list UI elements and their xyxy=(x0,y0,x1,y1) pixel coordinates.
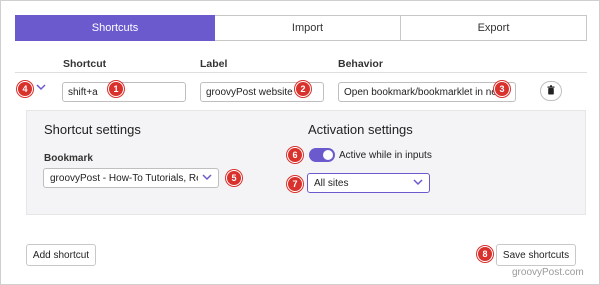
delete-shortcut-button[interactable] xyxy=(540,81,562,101)
column-header-label: Label xyxy=(200,58,228,70)
callout-badge-1: 1 xyxy=(108,81,124,97)
active-in-inputs-toggle[interactable] xyxy=(309,148,335,162)
app-frame: Shortcuts Import Export Shortcut Label B… xyxy=(0,0,600,285)
callout-badge-3: 3 xyxy=(494,81,510,97)
save-shortcuts-button[interactable]: Save shortcuts xyxy=(496,244,576,266)
sites-select[interactable]: All sites xyxy=(307,173,430,193)
add-shortcut-button[interactable]: Add shortcut xyxy=(26,244,96,266)
column-header-shortcut: Shortcut xyxy=(63,58,107,70)
active-in-inputs-label: Active while in inputs xyxy=(339,150,432,161)
bookmark-select[interactable]: groovyPost - How-To Tutorials, Rev xyxy=(43,168,219,188)
callout-badge-8: 8 xyxy=(477,246,493,262)
chevron-down-icon xyxy=(413,178,423,189)
bookmark-select-value: groovyPost - How-To Tutorials, Rev xyxy=(50,172,198,184)
tab-bar: Shortcuts Import Export xyxy=(15,15,587,41)
callout-badge-5: 5 xyxy=(226,170,242,186)
trash-icon xyxy=(547,82,555,100)
row-divider-top xyxy=(15,72,587,73)
watermark: groovyPost.com xyxy=(512,267,584,278)
sites-select-value: All sites xyxy=(314,177,349,189)
chevron-down-icon xyxy=(202,173,212,184)
shortcut-settings-title: Shortcut settings xyxy=(44,122,141,137)
tab-export[interactable]: Export xyxy=(401,15,587,41)
behavior-select[interactable]: Open bookmark/bookmarklet in ne xyxy=(338,82,516,102)
tab-import[interactable]: Import xyxy=(215,15,401,41)
column-header-behavior: Behavior xyxy=(338,58,383,70)
toggle-knob xyxy=(323,150,333,160)
tab-shortcuts[interactable]: Shortcuts xyxy=(15,15,215,41)
callout-badge-2: 2 xyxy=(295,81,311,97)
chevron-down-icon[interactable] xyxy=(36,82,46,95)
shortcut-input[interactable]: shift+a xyxy=(62,82,186,102)
activation-settings-title: Activation settings xyxy=(308,122,413,137)
callout-badge-7: 7 xyxy=(287,176,303,192)
bookmark-label: Bookmark xyxy=(44,153,93,164)
callout-badge-4: 4 xyxy=(17,81,33,97)
callout-badge-6: 6 xyxy=(287,147,303,163)
